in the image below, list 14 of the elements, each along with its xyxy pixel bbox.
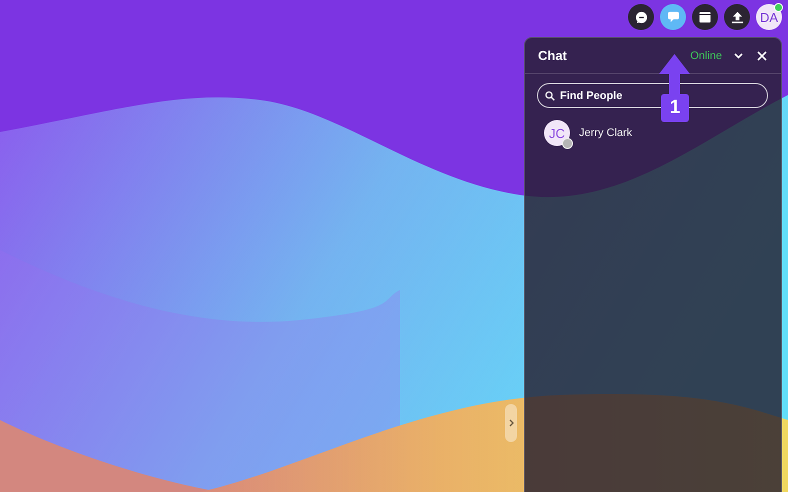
calendar-icon — [699, 11, 711, 23]
panel-title: Chat — [538, 48, 568, 63]
chevron-down-button[interactable] — [732, 50, 745, 60]
speech-bubble-icon — [634, 10, 648, 24]
close-button[interactable] — [755, 48, 769, 62]
contact-avatar: JC — [544, 120, 570, 146]
arrow-icon — [659, 54, 690, 94]
status-label: Online — [690, 50, 722, 62]
expand-handle[interactable] — [505, 404, 517, 442]
step-badge: 1 — [661, 94, 689, 122]
search-icon — [545, 91, 555, 101]
chat-icon — [666, 11, 680, 23]
upload-icon — [730, 10, 744, 24]
contact-name[interactable]: Jerry Clark — [579, 127, 632, 139]
